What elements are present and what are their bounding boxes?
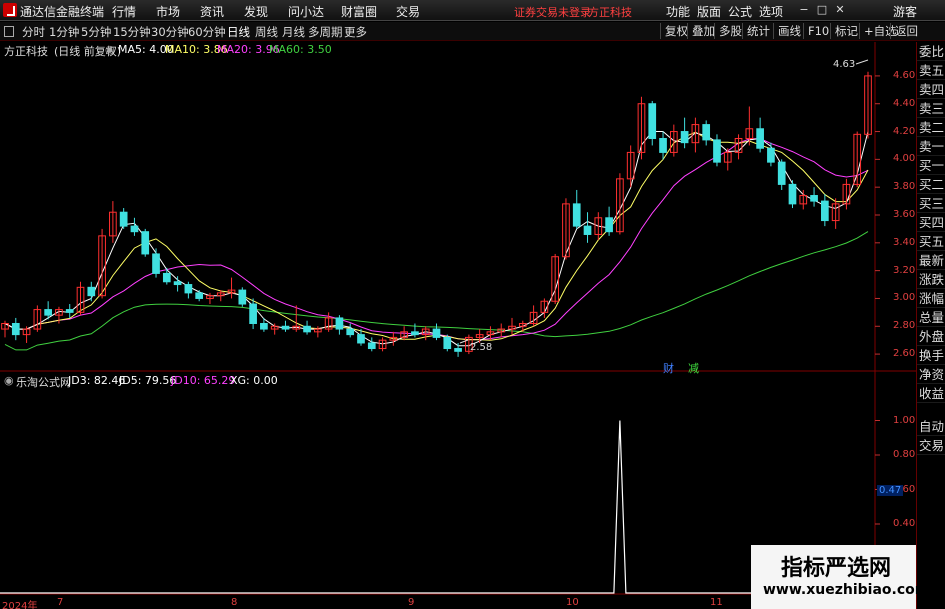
panel-item-5[interactable]: 卖一 xyxy=(917,137,945,156)
price-tick: 4.40 xyxy=(893,97,916,109)
panel-item-18[interactable]: 收益 xyxy=(917,384,945,403)
indicator-tick: 1.00 xyxy=(893,414,916,426)
candle-body xyxy=(119,211,128,227)
candle-body xyxy=(87,286,96,297)
panel-item-15[interactable]: 外盘 xyxy=(917,327,945,346)
candle-body xyxy=(367,342,376,350)
candle-body xyxy=(173,281,182,286)
candle-body xyxy=(65,309,74,313)
candle-body xyxy=(702,124,711,141)
date-tick: 11 xyxy=(710,597,723,608)
panel-item-19[interactable]: 自动 xyxy=(917,417,945,436)
ma20-line xyxy=(4,138,869,340)
candle-body xyxy=(141,231,150,255)
candle-body xyxy=(605,217,613,233)
date-tick: 10 xyxy=(566,597,579,608)
panel-item-14[interactable]: 总量 xyxy=(917,308,945,327)
candle-body xyxy=(443,336,452,350)
price-tick: 3.00 xyxy=(893,292,916,304)
candle-body xyxy=(680,131,689,144)
watermark: 指标严选网 www.xuezhibiao.com xyxy=(751,545,929,609)
candle-body xyxy=(11,322,20,336)
indicator-tick: 0.80 xyxy=(893,449,916,460)
candle-body xyxy=(162,272,171,283)
panel-item-4[interactable]: 卖二 xyxy=(917,118,945,137)
candle-body xyxy=(659,138,667,153)
candle-body xyxy=(335,317,344,330)
candle-body xyxy=(411,331,419,336)
panel-item-16[interactable]: 换手 xyxy=(917,346,945,365)
low-pointer xyxy=(459,339,469,344)
panel-item-11[interactable]: 最新 xyxy=(917,251,945,270)
candle-body xyxy=(303,325,311,333)
candle-body xyxy=(346,328,355,336)
candle-body xyxy=(756,128,764,149)
candle-body xyxy=(357,334,365,344)
price-tick: 4.60 xyxy=(893,69,916,81)
candle-body xyxy=(432,328,441,338)
candle-body xyxy=(454,348,462,352)
ma5-line xyxy=(4,131,869,347)
watermark-title: 指标严选网 xyxy=(781,556,892,581)
high-pointer xyxy=(855,59,869,65)
candle-body xyxy=(238,289,247,305)
indicator-cursor-value: 0.47 xyxy=(877,485,904,496)
panel-item-8[interactable]: 买三 xyxy=(917,194,945,213)
price-tick: 4.20 xyxy=(893,125,916,137)
price-tick: 4.00 xyxy=(893,153,916,165)
candle-body xyxy=(767,147,775,163)
date-tick: 9 xyxy=(408,597,415,608)
panel-item-20[interactable]: 交易 xyxy=(917,436,945,455)
price-tick: 3.60 xyxy=(893,209,916,220)
panel-item-2[interactable]: 卖四 xyxy=(917,80,945,99)
candle-body xyxy=(583,225,592,235)
panel-item-3[interactable]: 卖三 xyxy=(917,99,945,118)
price-tick: 2.60 xyxy=(893,348,916,360)
candle-body xyxy=(281,325,290,330)
candle-body xyxy=(648,103,657,139)
candle-body xyxy=(130,225,139,233)
ma10-line xyxy=(4,131,869,341)
candle-body xyxy=(821,200,829,222)
panel-item-1[interactable]: 卖五 xyxy=(917,61,945,80)
date-tick: 7 xyxy=(57,597,64,608)
date-tick: 2024年 xyxy=(2,601,38,609)
panel-item-10[interactable]: 买五 xyxy=(917,232,945,251)
low-label: 2.58 xyxy=(470,342,493,353)
candle-body xyxy=(44,309,52,316)
candle-body xyxy=(152,253,160,274)
price-tick: 3.20 xyxy=(893,264,916,276)
watermark-url: www.xuezhibiao.com xyxy=(763,582,930,598)
candle-body xyxy=(777,161,786,185)
kline-chart[interactable] xyxy=(0,0,916,609)
candle-body xyxy=(249,303,257,324)
price-tick: 2.80 xyxy=(893,320,916,332)
cai-marker[interactable]: 财 xyxy=(663,360,674,376)
candle-body xyxy=(195,292,204,299)
panel-item-12[interactable]: 涨跌 xyxy=(917,270,945,289)
panel-item-17[interactable]: 净资 xyxy=(917,365,945,384)
candle-body xyxy=(810,195,818,202)
panel-item-13[interactable]: 涨幅 xyxy=(917,289,945,308)
candle-body xyxy=(572,203,581,227)
xg-signal-line xyxy=(0,420,875,594)
price-tick: 3.80 xyxy=(893,181,916,193)
price-tick: 3.40 xyxy=(893,236,916,248)
date-tick: 8 xyxy=(231,597,238,608)
jian-marker[interactable]: 减 xyxy=(688,360,699,376)
panel-item-0[interactable]: 委比 xyxy=(917,42,945,61)
candle-body xyxy=(713,139,721,163)
panel-item-9[interactable]: 买四 xyxy=(917,213,945,232)
right-panel: 委比 卖五 卖四 卖三 卖二 卖一 买一 买二 买三 买四 买五 最新 涨跌 涨幅 总量 外盘 换手 净资 收益自动… xyxy=(916,42,945,609)
candle-body xyxy=(184,284,193,294)
high-label: 4.63 xyxy=(833,59,856,70)
indicator-tick: 0.40 xyxy=(893,518,916,529)
panel-item-7[interactable]: 买二 xyxy=(917,175,945,194)
candle-body xyxy=(788,183,797,205)
panel-item-6[interactable]: 买一 xyxy=(917,156,945,175)
candle-body xyxy=(260,322,268,330)
